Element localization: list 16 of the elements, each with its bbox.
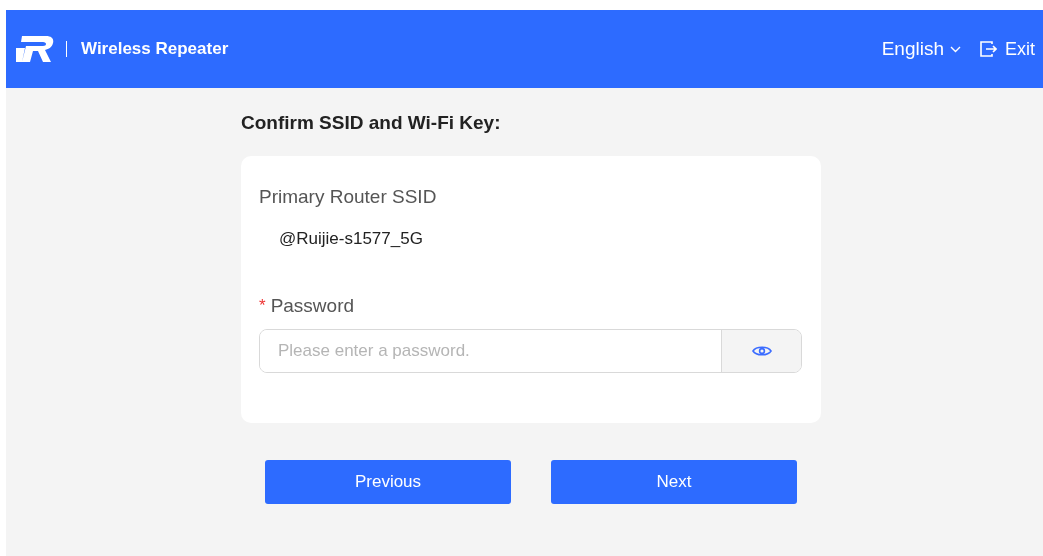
required-mark: * (259, 296, 266, 316)
eye-icon (751, 344, 772, 358)
exit-button[interactable]: Exit (979, 38, 1035, 60)
nav-button[interactable]: Next (551, 460, 797, 504)
field-label: Password (270, 295, 355, 317)
logo-icon (16, 36, 54, 62)
language-dropdown[interactable]: English (881, 38, 961, 60)
section-heading: Confirm SSID and Wi-Fi Key: (241, 112, 501, 134)
chevron-down-icon (950, 45, 961, 53)
exit-icon (979, 40, 997, 58)
app-title: Wireless Repeater (81, 39, 229, 59)
password-field[interactable]: Please enter a password. (259, 329, 802, 373)
nav-button[interactable]: Previous (265, 460, 511, 504)
ssid-value: @Ruijie-s1577_5G (279, 229, 423, 249)
show-password-button[interactable] (721, 330, 801, 372)
field-label: Primary Router SSID (259, 186, 437, 208)
